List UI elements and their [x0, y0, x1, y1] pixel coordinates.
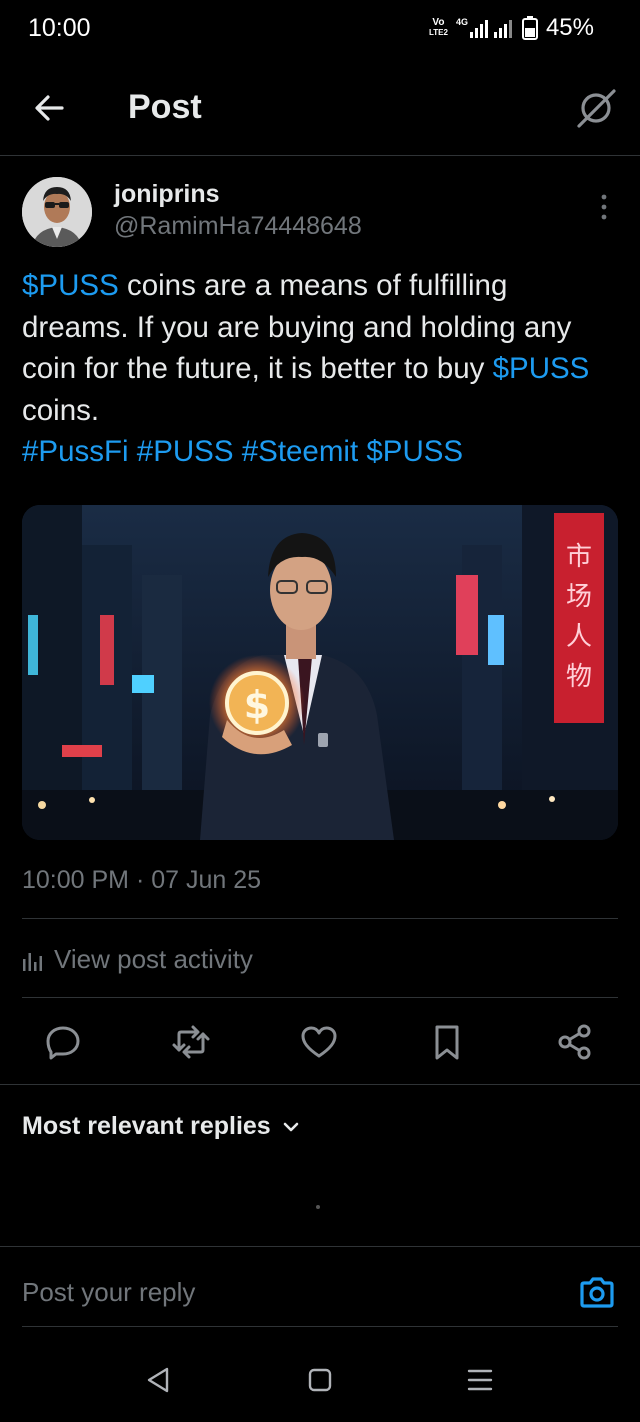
- replies-sort-label: Most relevant replies: [22, 1112, 271, 1140]
- retweet-button[interactable]: [171, 1022, 211, 1062]
- activity-label: View post activity: [54, 944, 253, 974]
- more-vertical-icon: [601, 194, 607, 220]
- battery-percent: 45%: [545, 14, 594, 41]
- signal-icon: 4G: [456, 18, 514, 38]
- status-bar: 10:00 Vo LTE2 4G 45%: [0, 0, 640, 58]
- nav-back-button[interactable]: [145, 1366, 173, 1394]
- author-handle[interactable]: @RamimHa74448648: [114, 212, 362, 241]
- reply-input[interactable]: Post your reply: [22, 1277, 195, 1308]
- hashtag-link[interactable]: #PUSS: [137, 435, 234, 468]
- divider: [0, 1084, 640, 1085]
- bookmark-icon: [435, 1025, 459, 1060]
- camera-button[interactable]: [578, 1274, 616, 1312]
- triangle-back-icon: [147, 1367, 169, 1393]
- replies-sort-dropdown[interactable]: Most relevant replies: [22, 1112, 301, 1141]
- square-home-icon: [308, 1368, 332, 1392]
- like-button[interactable]: [299, 1022, 339, 1062]
- nav-recents-button[interactable]: [466, 1366, 494, 1394]
- post-timestamp: 10:00 PM · 07 Jun 25: [22, 866, 262, 894]
- divider: [0, 1246, 640, 1247]
- page-header: Post: [0, 60, 640, 156]
- svg-text:人: 人: [566, 622, 592, 652]
- grok-icon: [577, 89, 616, 128]
- hashtag-link[interactable]: #PussFi: [22, 435, 129, 468]
- status-indicators: Vo LTE2 4G 45%: [429, 14, 594, 42]
- back-button[interactable]: [30, 88, 70, 128]
- heart-icon: [301, 1026, 337, 1058]
- menu-icon: [467, 1369, 493, 1391]
- hashtag-link[interactable]: #Steemit: [242, 435, 358, 468]
- author-avatar[interactable]: [22, 177, 92, 247]
- status-time: 10:00: [28, 14, 91, 42]
- camera-icon: [580, 1277, 614, 1308]
- more-options-button[interactable]: [592, 192, 616, 222]
- view-post-activity[interactable]: View post activity: [22, 944, 253, 975]
- retweet-icon: [172, 1025, 210, 1059]
- post-text-segment: coins.: [22, 393, 100, 427]
- cashtag-link[interactable]: $PUSS: [22, 269, 119, 302]
- divider: [22, 1326, 618, 1327]
- svg-text:场: 场: [566, 582, 592, 612]
- arrow-left-icon: [35, 95, 64, 121]
- post-body: $PUSS coins are a means of fulfilling dr…: [22, 265, 622, 473]
- svg-text:物: 物: [566, 662, 592, 692]
- svg-text:市: 市: [566, 542, 592, 572]
- page-title: Post: [128, 88, 202, 126]
- divider: [22, 997, 618, 998]
- cashtag-link[interactable]: $PUSS: [493, 352, 590, 385]
- cashtag-link[interactable]: $PUSS: [366, 435, 463, 468]
- reply-icon: [46, 1026, 80, 1060]
- volte-indicator: Vo LTE2: [428, 17, 448, 38]
- loading-indicator: [316, 1205, 320, 1209]
- battery-icon: [521, 16, 538, 40]
- bar-chart-icon: [23, 952, 42, 971]
- bookmark-button[interactable]: [427, 1022, 467, 1062]
- grok-button[interactable]: [574, 86, 618, 130]
- post-image[interactable]: 市 场 人 物 $: [22, 505, 618, 840]
- reply-button[interactable]: [43, 1022, 83, 1062]
- share-icon: [558, 1024, 591, 1060]
- share-button[interactable]: [555, 1022, 595, 1062]
- nav-home-button[interactable]: [306, 1366, 334, 1394]
- svg-text:$: $: [244, 683, 270, 727]
- author-display-name[interactable]: joniprins: [114, 180, 220, 209]
- divider: [22, 918, 618, 919]
- chevron-down-icon: [283, 1122, 299, 1131]
